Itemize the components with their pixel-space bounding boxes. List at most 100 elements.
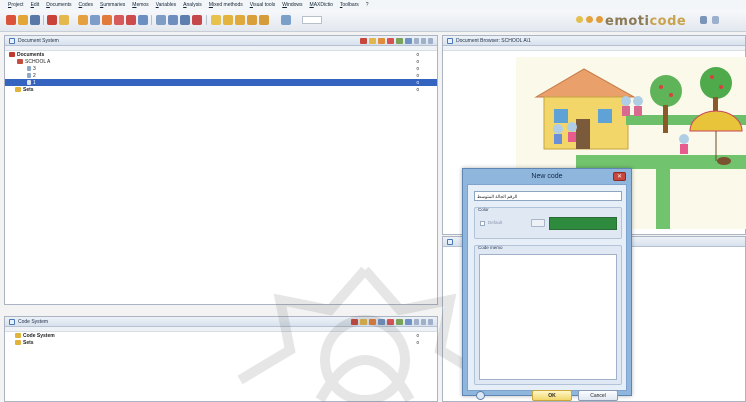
- menu-item[interactable]: Memos: [132, 2, 148, 8]
- tag-icon[interactable]: [387, 38, 394, 44]
- code-system-root[interactable]: Code System 0: [5, 332, 437, 339]
- grid-icon[interactable]: [378, 319, 385, 325]
- person-icon[interactable]: [700, 16, 707, 24]
- document-group[interactable]: SCHOOL A 0: [5, 58, 437, 65]
- delete-icon[interactable]: [47, 15, 57, 25]
- code-memo-group: Code memo: [474, 245, 622, 385]
- save-icon[interactable]: [30, 15, 40, 25]
- sets-icon: [15, 340, 21, 345]
- close-pane-icon[interactable]: [428, 319, 433, 325]
- document-system-tools: [360, 38, 433, 44]
- code-sets[interactable]: Sets 0: [5, 339, 437, 346]
- window-icon[interactable]: [156, 15, 166, 25]
- code-name-input[interactable]: الرقم الجالة المتوسط: [474, 191, 622, 201]
- menu-item[interactable]: Mixed methods: [209, 2, 243, 8]
- default-checkbox[interactable]: [480, 221, 485, 226]
- menu-item[interactable]: Codes: [79, 2, 93, 8]
- default-label: Default: [488, 220, 503, 225]
- layout-icon[interactable]: [235, 15, 245, 25]
- tree-label: 2: [33, 72, 36, 79]
- person-icon[interactable]: [712, 16, 719, 24]
- document-system-header: Document System: [5, 36, 437, 46]
- menu-item[interactable]: Variables: [156, 2, 176, 8]
- close-icon[interactable]: [360, 38, 367, 44]
- document-icon[interactable]: [78, 15, 88, 25]
- document-icon: [27, 73, 31, 78]
- flag-icon[interactable]: [192, 15, 202, 25]
- layout-icon[interactable]: [211, 15, 221, 25]
- code-system-root-icon: [15, 333, 21, 338]
- layout-icon[interactable]: [247, 15, 257, 25]
- document-icon: [27, 80, 31, 85]
- layout-icon[interactable]: [223, 15, 233, 25]
- search-icon[interactable]: [405, 319, 412, 325]
- help-icon[interactable]: [476, 391, 485, 400]
- window-icon[interactable]: [168, 15, 178, 25]
- menu-item[interactable]: Edit: [31, 2, 40, 8]
- document-icon: [27, 66, 31, 71]
- open-project-icon[interactable]: [18, 15, 28, 25]
- doc-count: 0: [416, 59, 419, 64]
- document-item[interactable]: 3 0: [5, 65, 437, 72]
- cancel-label: Cancel: [590, 392, 606, 399]
- folder-icon[interactable]: [378, 38, 385, 44]
- ok-button[interactable]: OK: [532, 390, 572, 401]
- emoticon-icon[interactable]: [576, 16, 583, 23]
- menu-item[interactable]: Visual tools: [250, 2, 275, 8]
- code-system-icon: [9, 318, 15, 325]
- menu-item[interactable]: Documents: [46, 2, 71, 8]
- menu-item[interactable]: Project: [8, 2, 24, 8]
- cancel-button[interactable]: Cancel: [578, 390, 618, 401]
- search-icon[interactable]: [90, 15, 100, 25]
- close-pane-icon[interactable]: [428, 38, 433, 44]
- chart-icon[interactable]: [180, 15, 190, 25]
- maximize-icon[interactable]: [421, 319, 426, 325]
- tag-icon[interactable]: [387, 319, 394, 325]
- menu-item[interactable]: Toolbars: [340, 2, 359, 8]
- doc-count: 0: [416, 66, 419, 71]
- pin-icon[interactable]: [414, 319, 419, 325]
- tree-label: Documents: [17, 51, 45, 58]
- document-system-icon: [9, 37, 15, 44]
- document-browser-header: Document Browser: SCHOOL A\1: [443, 36, 745, 46]
- menu-item[interactable]: Windows: [282, 2, 302, 8]
- new-project-icon[interactable]: [6, 15, 16, 25]
- menu-item[interactable]: MAXDictio: [310, 2, 333, 8]
- close-icon[interactable]: [351, 319, 358, 325]
- maximize-icon[interactable]: [421, 38, 426, 44]
- code-memo-textarea[interactable]: [479, 254, 617, 380]
- grid-icon[interactable]: [126, 15, 136, 25]
- emoticon-icon[interactable]: [586, 16, 593, 23]
- emoticon-icon[interactable]: [596, 16, 603, 23]
- document-item[interactable]: 2 0: [5, 72, 437, 79]
- document-item-selected[interactable]: 1 0: [5, 79, 437, 86]
- search-icon[interactable]: [405, 38, 412, 44]
- color-swatch[interactable]: [549, 217, 617, 230]
- tree-label: 3: [33, 65, 36, 72]
- matrix-icon[interactable]: [114, 15, 124, 25]
- column-header: [443, 46, 745, 51]
- document-sets[interactable]: Sets 0: [5, 86, 437, 93]
- filter-icon[interactable]: [369, 38, 376, 44]
- new-code-icon[interactable]: [360, 319, 367, 325]
- zoom-select[interactable]: [302, 16, 322, 24]
- code-icon[interactable]: [102, 15, 112, 25]
- pane-title: Code System: [18, 318, 49, 325]
- emoticode-logo: emoticode: [605, 14, 687, 29]
- documents-root[interactable]: Documents 0: [5, 51, 437, 58]
- color-icon[interactable]: [369, 319, 376, 325]
- layout-icon[interactable]: [259, 15, 269, 25]
- table-icon[interactable]: [138, 15, 148, 25]
- pin-icon[interactable]: [414, 38, 419, 44]
- code-system-pane: Code System Code System 0 Sets 0: [4, 316, 438, 402]
- edit-icon[interactable]: [59, 15, 69, 25]
- close-icon[interactable]: ✕: [613, 172, 626, 181]
- color-icon[interactable]: [396, 38, 403, 44]
- menu-item[interactable]: Summaries: [100, 2, 125, 8]
- menu-item[interactable]: ?: [366, 2, 369, 8]
- retrieved-segments-icon: [447, 238, 453, 245]
- color-picker-button[interactable]: [531, 219, 545, 227]
- filter-icon[interactable]: [396, 319, 403, 325]
- menu-item[interactable]: Analysis: [183, 2, 202, 8]
- link-icon[interactable]: [281, 15, 291, 25]
